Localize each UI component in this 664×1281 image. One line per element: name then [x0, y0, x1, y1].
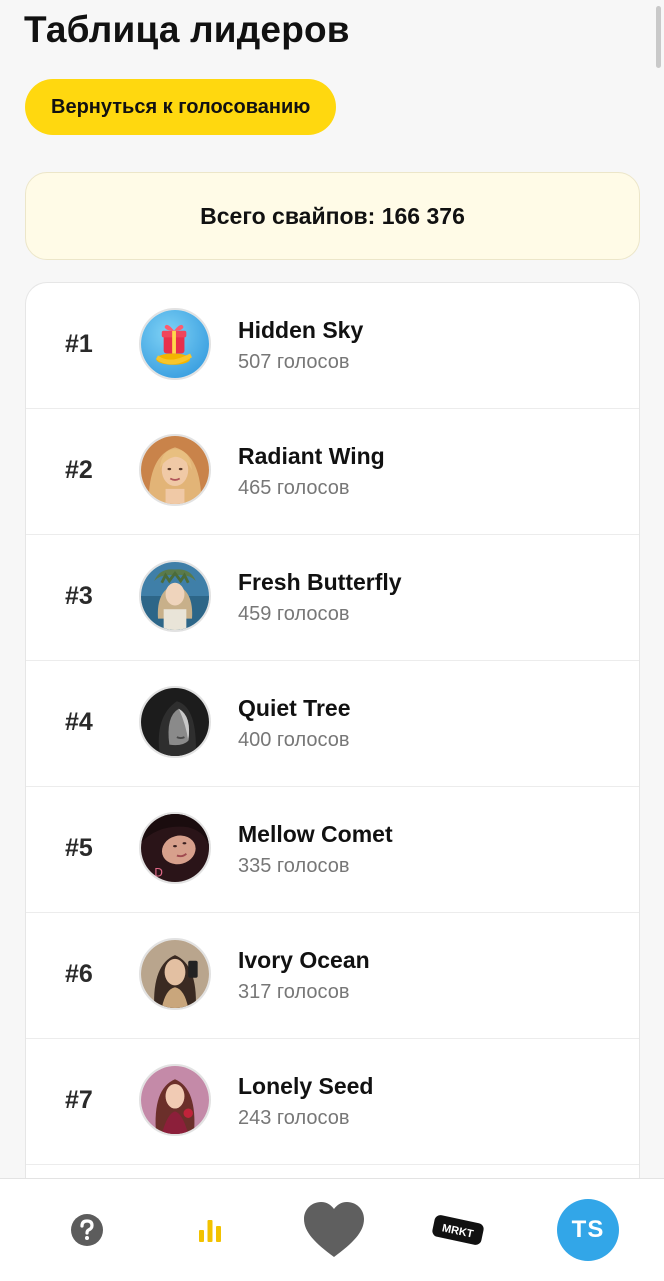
leaderboard-nav-button[interactable] [178, 1179, 242, 1281]
back-to-voting-button[interactable]: Вернуться к голосованию [25, 79, 337, 135]
page-title: Таблица лидеров [24, 9, 350, 50]
player-name: Radiant Wing [238, 443, 385, 469]
gift-icon [139, 308, 211, 380]
leaderboard-row[interactable]: #1 Hidden Sky 507 голосов [26, 283, 639, 409]
total-swipes-text: Всего свайпов: 166 376 [200, 202, 465, 229]
leaderboard-row[interactable]: #5 D Mellow Comet 335 голосов [26, 787, 639, 913]
scroll-indicator[interactable] [656, 6, 661, 68]
svg-text:D: D [154, 865, 163, 879]
leaderboard-list: #1 Hidden Sky 507 голосов #2 Radiant Win… [25, 282, 640, 1192]
player-name: Lonely Seed [238, 1073, 374, 1099]
leaderboard-row[interactable]: #2 Radiant Wing 465 голосов [26, 409, 639, 535]
rank-label: #6 [65, 960, 93, 988]
player-name: Mellow Comet [238, 821, 393, 847]
player-name: Hidden Sky [238, 317, 364, 343]
vote-count: 335 голосов [238, 855, 350, 877]
player-avatar: D [139, 812, 211, 884]
player-name: Ivory Ocean [238, 947, 370, 973]
rank-label: #7 [65, 1086, 93, 1114]
market-tag-icon: MRKT [432, 1215, 484, 1245]
player-avatar [139, 434, 211, 506]
profile-nav-button[interactable]: TS [550, 1179, 626, 1281]
vote-count: 400 голосов [238, 729, 350, 751]
heart-icon [304, 1202, 364, 1257]
leaderboard-row[interactable]: #6 Ivory Ocean 317 голосов [26, 913, 639, 1039]
player-avatar [139, 560, 211, 632]
player-avatar [139, 686, 211, 758]
leaderboard-row[interactable]: #4 Quiet Tree 400 голосов [26, 661, 639, 787]
player-name: Quiet Tree [238, 695, 351, 721]
question-circle-icon [71, 1214, 103, 1246]
player-name: Fresh Butterfly [238, 569, 402, 595]
player-avatar [139, 1064, 211, 1136]
vote-count: 243 голосов [238, 1107, 350, 1129]
vote-count: 507 голосов [238, 351, 350, 373]
profile-avatar: TS [557, 1199, 619, 1261]
profile-initials: TS [571, 1216, 605, 1243]
total-swipes-card: Всего свайпов: 166 376 [25, 172, 640, 260]
rank-label: #4 [65, 708, 93, 736]
rank-label: #5 [65, 834, 93, 862]
vote-count: 317 голосов [238, 981, 350, 1003]
help-nav-button[interactable] [55, 1179, 119, 1281]
rank-label: #1 [65, 330, 93, 358]
bottom-navigation: MRKT TS [0, 1178, 664, 1281]
vote-nav-button[interactable] [292, 1179, 376, 1281]
leaderboard-row[interactable]: #7 Lonely Seed 243 голосов [26, 1039, 639, 1165]
rank-label: #3 [65, 582, 93, 610]
bar-chart-icon [199, 1220, 221, 1242]
vote-count: 459 голосов [238, 603, 350, 625]
player-avatar [139, 938, 211, 1010]
rank-label: #2 [65, 456, 93, 484]
vote-count: 465 голосов [238, 477, 350, 499]
market-nav-button[interactable]: MRKT [420, 1179, 496, 1281]
leaderboard-row[interactable]: #3 Fresh Butterfly 459 голосов [26, 535, 639, 661]
